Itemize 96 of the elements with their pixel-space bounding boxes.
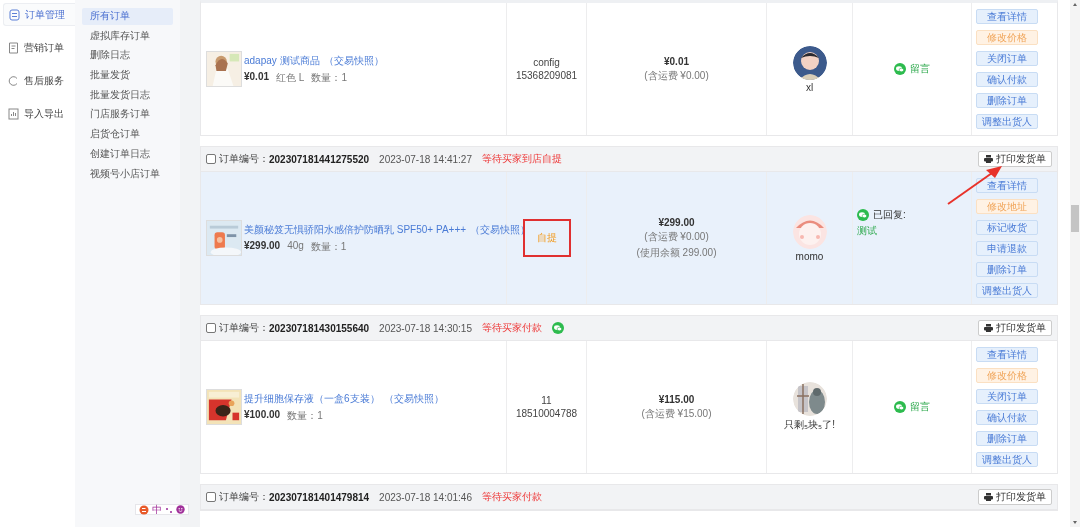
- submenu-item[interactable]: 批量发货: [82, 67, 173, 84]
- list-icon: [9, 8, 20, 21]
- nav-item[interactable]: 订单管理: [3, 3, 75, 26]
- user-name: 只剩₅块₅了!: [784, 418, 835, 432]
- product-price: ¥0.01: [244, 70, 270, 84]
- total-note: (含运费 ¥0.00): [644, 68, 709, 83]
- action-button[interactable]: 标记收货: [976, 220, 1038, 235]
- buyer-name: 11: [541, 395, 552, 406]
- pickup-tag: 自提: [522, 219, 571, 257]
- product-spec: 40g: [287, 239, 304, 253]
- total-note: (使用余额 299.00): [636, 245, 717, 260]
- total-note: (含运费 ¥0.00): [644, 229, 709, 244]
- input-mode-label: 中: [152, 504, 162, 515]
- submenu-item[interactable]: 虚拟库存订单: [82, 27, 173, 45]
- product-quantity: 数量：1: [311, 70, 347, 85]
- action-button[interactable]: 查看详情: [976, 178, 1038, 193]
- wechat-icon: [857, 209, 869, 221]
- snapshot-link[interactable]: （交易快照）: [383, 391, 444, 406]
- action-button[interactable]: 关闭订单: [976, 51, 1038, 66]
- action-button[interactable]: 确认付款: [976, 72, 1038, 87]
- checkbox[interactable]: [206, 492, 216, 502]
- document-icon: [8, 41, 19, 54]
- message-link[interactable]: 留言: [910, 62, 930, 76]
- nav-item[interactable]: 售后服务: [3, 69, 75, 92]
- order-number: 202307181401479814: [269, 491, 370, 503]
- order-number: 202307181441275520: [269, 153, 370, 165]
- product-link[interactable]: adapay 测试商品: [244, 53, 320, 68]
- user-name: momo: [795, 250, 824, 262]
- order-total: ¥0.01: [664, 55, 689, 67]
- order-status: 等待买家付款: [481, 490, 542, 504]
- scrollbar[interactable]: [1070, 0, 1080, 527]
- printer-icon: [984, 493, 993, 501]
- printer-icon: [984, 155, 993, 163]
- product-link[interactable]: 提升细胞保存液（一盒6支装）: [244, 391, 380, 406]
- submenu-item[interactable]: 视频号小店订单: [82, 165, 173, 183]
- action-button[interactable]: 调整出货人: [976, 452, 1038, 467]
- action-button[interactable]: 查看详情: [976, 9, 1038, 24]
- order-time: 2023-07-18 14:30:15: [379, 322, 472, 334]
- checkbox[interactable]: [206, 323, 216, 333]
- order-time: 2023-07-18 14:01:46: [379, 491, 472, 503]
- input-method-icon: [139, 504, 149, 515]
- ring-icon: [8, 74, 19, 87]
- order-total: ¥299.00: [658, 216, 695, 228]
- buyer-phone: 15368209081: [515, 70, 578, 81]
- action-button[interactable]: 关闭订单: [976, 389, 1038, 404]
- order-status: 等待买家到店自提: [481, 152, 562, 166]
- chart-icon: [8, 107, 19, 120]
- order-number-label: 订单编号：: [219, 321, 269, 335]
- print-button[interactable]: 打印发货单: [978, 320, 1052, 336]
- product-quantity: 数量：1: [310, 239, 347, 254]
- reply-text: 测试: [857, 224, 878, 238]
- snapshot-link[interactable]: （交易快照）: [323, 53, 384, 68]
- action-button[interactable]: 修改价格: [976, 30, 1038, 45]
- order-number: 202307181430155640: [269, 322, 370, 334]
- action-button[interactable]: 删除订单: [976, 431, 1038, 446]
- action-button[interactable]: 调整出货人: [976, 114, 1038, 129]
- print-button[interactable]: 打印发货单: [978, 489, 1052, 505]
- buyer-phone: 18510004788: [515, 408, 578, 419]
- input-method-bar[interactable]: 中: [135, 504, 189, 515]
- action-button[interactable]: 修改价格: [976, 368, 1038, 383]
- action-button[interactable]: 调整出货人: [976, 283, 1038, 298]
- submenu-item[interactable]: 门店服务订单: [82, 106, 173, 124]
- order-number-label: 订单编号：: [219, 152, 269, 166]
- order-number-label: 订单编号：: [219, 490, 269, 504]
- submenu-item[interactable]: 批量发货日志: [82, 86, 173, 104]
- printer-icon: [984, 324, 993, 332]
- action-button[interactable]: 删除订单: [976, 262, 1038, 277]
- submenu-item[interactable]: 所有订单: [82, 8, 173, 25]
- punctuation-icon: [165, 505, 173, 514]
- order-total: ¥115.00: [658, 393, 695, 405]
- total-note: (含运费 ¥15.00): [641, 406, 712, 421]
- product-quantity: 数量：1: [287, 408, 323, 423]
- product-link[interactable]: 美颜秘笈无惧骄阳水感倍护防晒乳 SPF50+ PA+++: [244, 222, 467, 237]
- submenu-item[interactable]: 删除日志: [82, 47, 173, 65]
- action-button[interactable]: 删除订单: [976, 93, 1038, 108]
- buyer-name: config: [533, 57, 560, 68]
- action-button[interactable]: 确认付款: [976, 410, 1038, 425]
- action-button[interactable]: 申请退款: [976, 241, 1038, 256]
- print-button[interactable]: 打印发货单: [978, 151, 1052, 167]
- action-button[interactable]: 修改地址: [976, 199, 1038, 214]
- submenu-item[interactable]: 创建订单日志: [82, 145, 173, 163]
- action-button[interactable]: 查看详情: [976, 347, 1038, 362]
- nav-item[interactable]: 导入导出: [3, 102, 75, 125]
- submenu-item[interactable]: 启货仓订单: [82, 126, 173, 143]
- product-price: ¥299.00: [244, 239, 281, 253]
- order-time: 2023-07-18 14:41:27: [379, 153, 472, 165]
- wechat-icon: [894, 401, 906, 413]
- reply-label: 已回复:: [873, 208, 906, 222]
- message-link[interactable]: 留言: [910, 400, 930, 414]
- product-spec: 红色 L: [276, 70, 305, 85]
- wechat-icon: [894, 63, 906, 75]
- checkbox[interactable]: [206, 154, 216, 164]
- user-name: xl: [805, 81, 814, 93]
- product-price: ¥100.00: [244, 408, 281, 422]
- order-status: 等待买家付款: [481, 321, 542, 335]
- nav-item[interactable]: 营销订单: [3, 36, 75, 59]
